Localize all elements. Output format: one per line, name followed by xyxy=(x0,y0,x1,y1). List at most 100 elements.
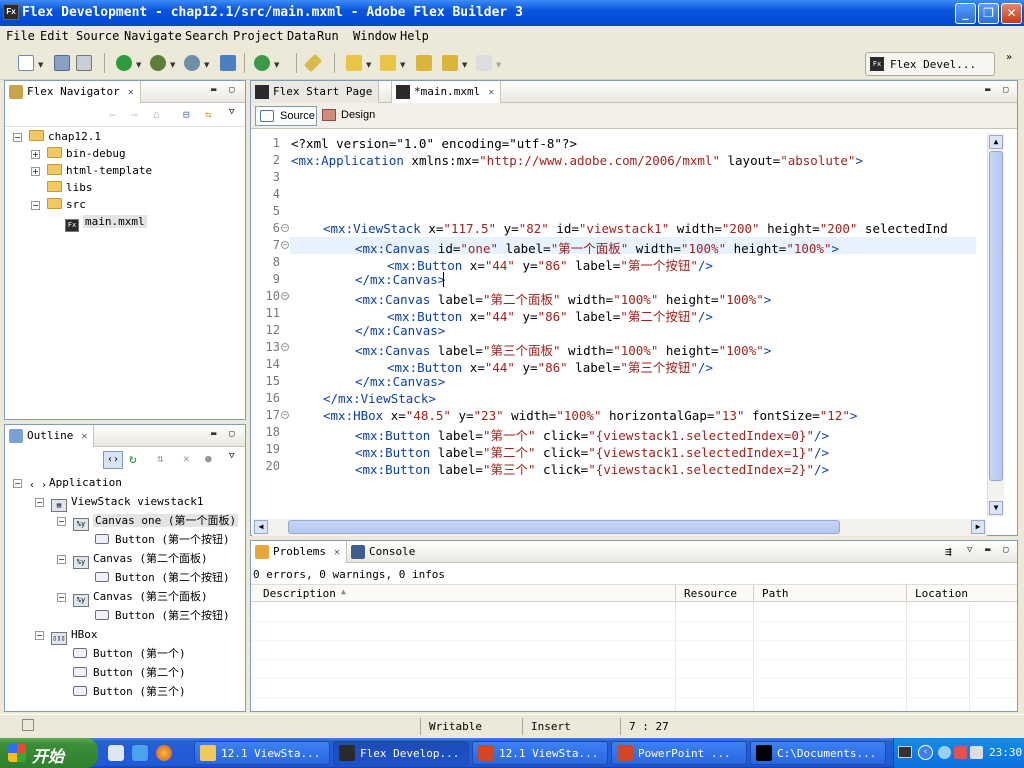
vertical-scroll-thumb[interactable] xyxy=(989,151,1003,481)
scroll-right-icon[interactable]: ▶ xyxy=(971,520,985,534)
outline-item-hbox[interactable]: − ▯▯▯ HBox xyxy=(5,627,245,645)
outline-item-canvas[interactable]: − %y Canvas (第二个面板) xyxy=(5,551,245,569)
maximize-view-icon[interactable]: ▢ xyxy=(1003,85,1008,95)
menu-edit[interactable]: Edit xyxy=(40,29,69,43)
outline-item-button[interactable]: Button (第二个) xyxy=(5,665,245,682)
volume-icon[interactable] xyxy=(970,746,983,759)
maximize-view-icon[interactable]: ▢ xyxy=(229,85,234,95)
outline-item-viewstack[interactable]: − ▤ ViewStack viewstack1 xyxy=(5,494,245,512)
maximize-view-icon[interactable]: ▢ xyxy=(229,429,234,439)
tree-item-folder[interactable]: − src xyxy=(5,197,245,214)
outline-item-app[interactable]: − ‹ › Application xyxy=(5,475,245,492)
forward-icon[interactable] xyxy=(476,55,492,71)
outline-item-button[interactable]: Button (第三个按钮) xyxy=(5,608,245,625)
taskbar-button[interactable]: 12.1 ViewSta... xyxy=(194,741,330,765)
refresh-icon[interactable]: ↻ xyxy=(129,452,137,467)
collapse-icon[interactable]: − xyxy=(35,631,44,640)
back-icon[interactable] xyxy=(442,55,458,71)
print-icon[interactable] xyxy=(76,55,92,71)
debug-icon[interactable] xyxy=(150,55,166,71)
external-tools-icon[interactable] xyxy=(254,55,270,71)
media-player-icon[interactable] xyxy=(132,745,148,761)
tree-item-folder[interactable]: + bin-debug xyxy=(5,146,245,163)
highlight-icon[interactable] xyxy=(303,53,323,73)
minimize-view-icon[interactable]: ▬ xyxy=(211,85,216,95)
tab-flex-start-page[interactable]: Flex Start Page xyxy=(251,81,380,103)
tree-item-folder[interactable]: − chap12.1 xyxy=(5,129,245,146)
perspective-switcher[interactable]: Fx Flex Devel... xyxy=(865,52,995,76)
minimize-view-icon[interactable]: ▬ xyxy=(211,429,216,439)
collapse-icon[interactable]: − xyxy=(35,498,44,507)
outline-item-button[interactable]: Button (第一个) xyxy=(5,646,245,663)
close-icon[interactable]: ✕ xyxy=(128,87,134,98)
close-button[interactable]: ✕ xyxy=(1001,3,1022,24)
run-icon[interactable] xyxy=(116,55,132,71)
collapse-icon[interactable]: − xyxy=(13,479,22,488)
view-menu-icon[interactable]: ▽ xyxy=(967,545,972,555)
menu-file[interactable]: File xyxy=(6,29,35,43)
new-icon[interactable] xyxy=(18,55,34,71)
tab-main-mxml[interactable]: *main.mxml ✕ xyxy=(391,81,502,103)
minimize-view-icon[interactable]: ▬ xyxy=(985,545,990,555)
menu-navigate[interactable]: Navigate xyxy=(124,29,182,43)
outline-item-button[interactable]: Button (第二个按钮) xyxy=(5,570,245,587)
filter-icon[interactable]: ⇶ xyxy=(945,545,952,558)
firefox-icon[interactable] xyxy=(156,745,172,761)
minimize-button[interactable]: _ xyxy=(955,3,976,24)
horizontal-scroll-thumb[interactable] xyxy=(288,520,840,534)
export-release-icon[interactable] xyxy=(220,55,236,71)
fast-view-icon[interactable] xyxy=(22,719,34,731)
fold-collapse-icon[interactable]: − xyxy=(281,241,289,249)
menu-search[interactable]: Search xyxy=(185,29,228,43)
fold-collapse-icon[interactable]: − xyxy=(281,343,289,351)
collapse-all-icon[interactable]: ⊟ xyxy=(183,108,190,121)
outline-item-button[interactable]: Button (第三个) xyxy=(5,684,245,701)
chevron-right-icon[interactable]: » xyxy=(1006,52,1012,63)
tree-item-file[interactable]: Fx main.mxml xyxy=(5,214,245,232)
profile-icon[interactable] xyxy=(184,55,200,71)
link-editor-icon[interactable]: ⇆ xyxy=(205,108,212,121)
menu-run[interactable]: Run xyxy=(317,29,339,43)
prev-annotation-dropdown-icon[interactable]: ▼ xyxy=(400,61,405,69)
forward-nav-icon[interactable]: ⇨ xyxy=(131,108,138,121)
collapse-icon[interactable]: − xyxy=(57,593,66,602)
vertical-scrollbar[interactable]: ▲ ▼ xyxy=(987,133,1004,517)
profile-dropdown-icon[interactable]: ▼ xyxy=(204,61,209,69)
horizontal-scrollbar[interactable]: ◀ ▶ xyxy=(252,519,987,536)
expand-icon[interactable]: + xyxy=(31,167,40,176)
column-description[interactable]: Description xyxy=(263,587,336,600)
outline-item-canvas[interactable]: − %y Canvas (第三个面板) xyxy=(5,589,245,607)
filter-icon[interactable]: ● xyxy=(205,452,212,465)
menu-data[interactable]: Data xyxy=(287,29,316,43)
fold-collapse-icon[interactable]: − xyxy=(281,411,289,419)
collapse-icon[interactable]: − xyxy=(31,201,40,210)
security-icon[interactable] xyxy=(954,746,967,759)
back-dropdown-icon[interactable]: ▼ xyxy=(462,61,467,69)
tab-outline[interactable]: Outline ✕ xyxy=(5,425,95,447)
taskbar-button[interactable]: C:\Documents... xyxy=(750,741,886,765)
up-nav-icon[interactable]: ⌂ xyxy=(153,108,160,121)
scroll-down-icon[interactable]: ▼ xyxy=(989,501,1003,515)
fold-collapse-icon[interactable]: − xyxy=(281,292,289,300)
taskbar-button[interactable]: 12.1 ViewSta... xyxy=(472,741,608,765)
column-path[interactable]: Path xyxy=(762,587,789,600)
forward-dropdown-icon[interactable]: ▼ xyxy=(496,61,501,69)
tab-problems[interactable]: Problems ✕ xyxy=(251,541,348,563)
sort-icon[interactable]: ⇅ xyxy=(157,452,164,465)
back-nav-icon[interactable]: ⇦ xyxy=(109,108,116,121)
network-icon[interactable] xyxy=(938,746,951,759)
outline-item-canvas[interactable]: − %y Canvas one (第一个面板) xyxy=(5,513,245,531)
prev-annotation-icon[interactable] xyxy=(380,55,396,71)
column-location[interactable]: Location xyxy=(915,587,968,600)
source-mode-button[interactable]: Source xyxy=(255,106,317,126)
scroll-left-icon[interactable]: ◀ xyxy=(254,520,268,534)
source-toggle-icon[interactable]: ‹› xyxy=(103,451,123,469)
collapse-icon[interactable]: − xyxy=(13,133,22,142)
tree-item-folder[interactable]: libs xyxy=(5,180,245,197)
tab-flex-navigator[interactable]: Flex Navigator ✕ xyxy=(5,81,141,103)
fold-collapse-icon[interactable]: − xyxy=(281,224,289,232)
save-icon[interactable] xyxy=(54,55,70,71)
outline-item-button[interactable]: Button (第一个按钮) xyxy=(5,532,245,549)
view-menu-icon[interactable]: ▽ xyxy=(229,451,234,461)
keyboard-icon[interactable] xyxy=(898,746,912,758)
